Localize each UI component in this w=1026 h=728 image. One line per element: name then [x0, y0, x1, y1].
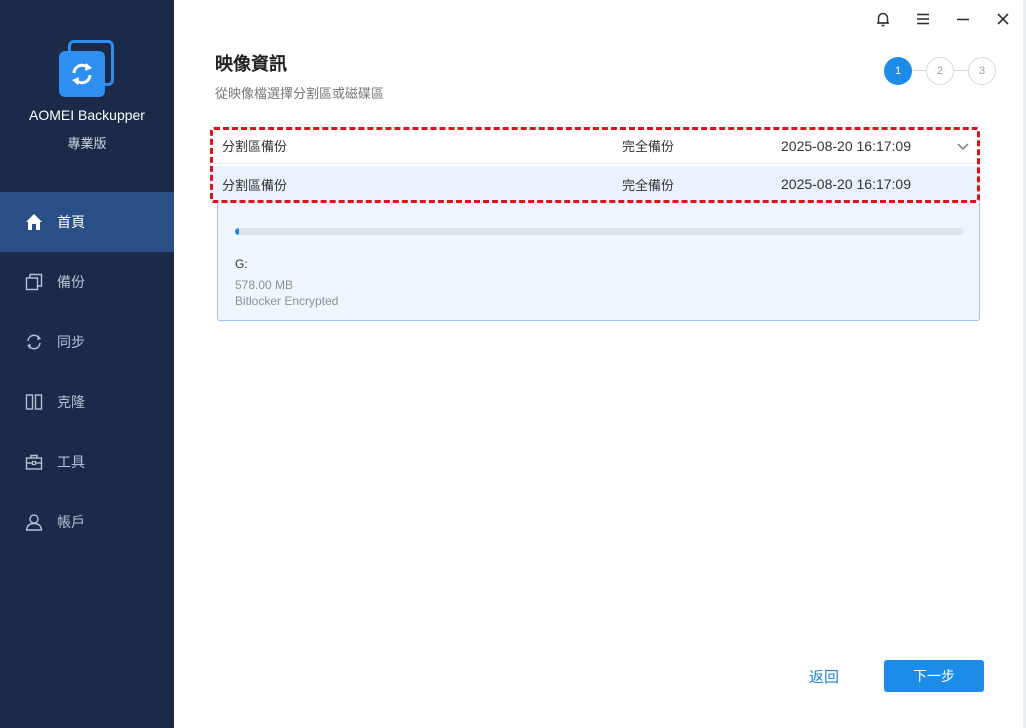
app-name: AOMEI Backupper: [29, 107, 145, 123]
partition-card[interactable]: G: 578.00 MB Bitlocker Encrypted: [217, 203, 980, 321]
sidebar-item-label: 克隆: [57, 395, 85, 411]
sidebar-nav: 首頁 備份 同步 克隆 工具 帳戶: [0, 192, 174, 552]
step-3: 3: [968, 57, 996, 85]
step-2: 2: [926, 57, 954, 85]
next-button[interactable]: 下一步: [884, 660, 984, 692]
backup-type: 完全備份: [622, 178, 675, 194]
sidebar-item-label: 備份: [57, 275, 85, 291]
drive-status: Bitlocker Encrypted: [235, 294, 339, 308]
back-button[interactable]: 返回: [800, 664, 848, 688]
backup-time: 2025-08-20 16:17:09: [781, 176, 911, 192]
app-edition: 專業版: [67, 137, 107, 152]
close-icon[interactable]: [992, 8, 1014, 30]
drive-letter: G:: [235, 257, 248, 271]
sidebar-item-label: 工具: [57, 455, 85, 471]
sidebar-item-home[interactable]: 首頁: [0, 192, 174, 252]
sidebar-item-label: 同步: [57, 335, 85, 351]
usage-bar: [235, 228, 964, 235]
page-subtitle: 從映像檔選擇分割區或磁碟區: [215, 87, 385, 102]
sync-icon: [24, 332, 44, 352]
image-dropdown[interactable]: 分割區備份 完全備份 2025-08-20 16:17:09 分割區備份 完全備…: [210, 127, 980, 203]
bell-icon[interactable]: [872, 8, 894, 30]
chevron-down-icon[interactable]: [956, 139, 970, 153]
backup-name: 分割區備份: [222, 178, 288, 194]
sidebar-item-account[interactable]: 帳戶: [0, 492, 174, 552]
sidebar-item-clone[interactable]: 克隆: [0, 372, 174, 432]
step-indicator: 1 2 3: [884, 57, 996, 85]
sidebar-item-label: 首頁: [57, 215, 85, 231]
clone-icon: [24, 392, 44, 412]
drive-size: 578.00 MB: [235, 278, 294, 292]
app-logo-icon: [58, 40, 116, 98]
page-title: 映像資訊: [215, 54, 287, 75]
account-icon: [24, 512, 44, 532]
backup-name: 分割區備份: [222, 140, 288, 155]
step-1: 1: [884, 57, 912, 85]
dropdown-selected[interactable]: 分割區備份 完全備份 2025-08-20 16:17:09: [210, 128, 980, 164]
dropdown-option[interactable]: 分割區備份 完全備份 2025-08-20 16:17:09: [210, 166, 980, 202]
tools-icon: [24, 452, 44, 472]
backup-type: 完全備份: [622, 140, 675, 155]
sidebar-item-sync[interactable]: 同步: [0, 312, 174, 372]
sidebar-item-label: 帳戶: [57, 515, 85, 531]
home-icon: [24, 212, 44, 232]
backup-icon: [24, 272, 44, 292]
sidebar-item-backup[interactable]: 備份: [0, 252, 174, 312]
menu-icon[interactable]: [912, 8, 934, 30]
minimize-icon[interactable]: [952, 8, 974, 30]
sidebar-item-tools[interactable]: 工具: [0, 432, 174, 492]
sidebar: AOMEI Backupper 專業版 首頁 備份 同步 克隆 工具 帳戶: [0, 0, 174, 728]
backup-time: 2025-08-20 16:17:09: [781, 137, 911, 154]
usage-bar-fill: [235, 228, 239, 235]
